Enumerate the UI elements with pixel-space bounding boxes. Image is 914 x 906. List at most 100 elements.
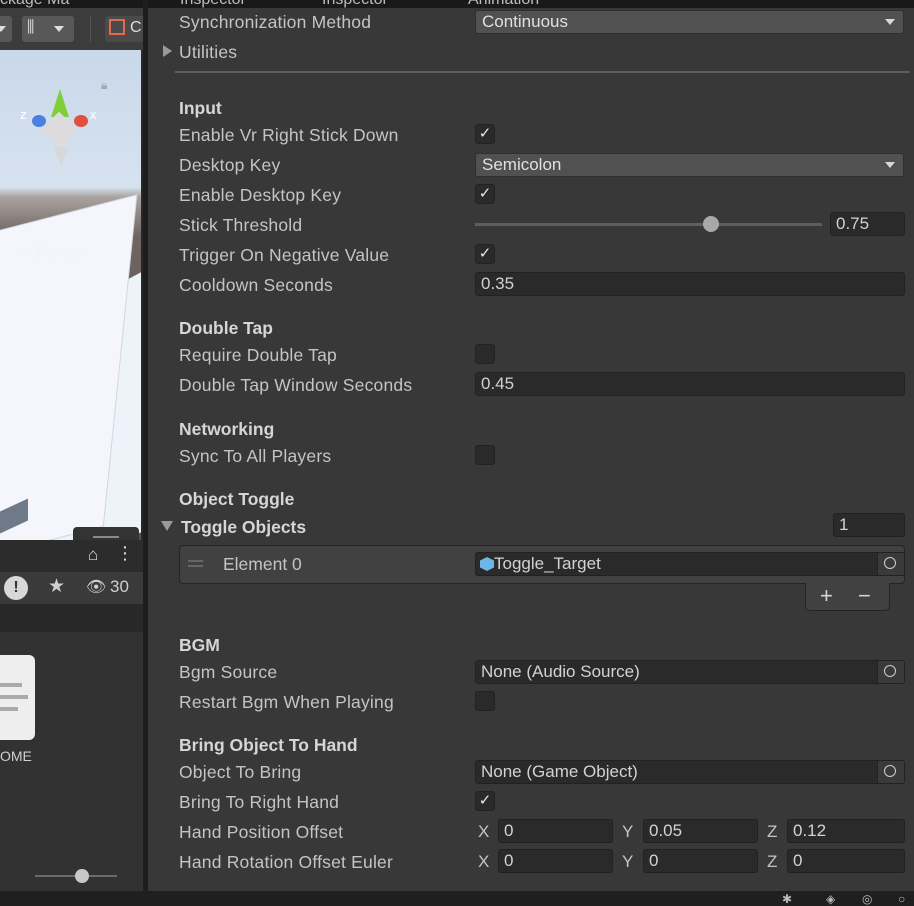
list-footer: + − [805, 583, 890, 611]
hand-position-offset-label: Hand Position Offset [179, 822, 344, 842]
pane-divider[interactable] [143, 0, 148, 906]
lock-icon[interactable]: 🔒︎ [101, 78, 107, 93]
gizmo-center-icon[interactable] [40, 111, 78, 149]
chevron-down-icon [0, 26, 6, 32]
pos-z-label[interactable]: Z [767, 822, 777, 842]
tab-animation[interactable]: Animation [468, 0, 539, 9]
desktop-key-dropdown[interactable]: Semicolon [475, 153, 904, 177]
tools-button[interactable]: C [105, 16, 143, 42]
element-0-object-field[interactable]: Toggle_Target [475, 552, 905, 576]
pos-z-input[interactable]: 0.12 [787, 819, 905, 843]
pos-x-label[interactable]: X [478, 822, 489, 842]
double-tap-header: Double Tap [179, 318, 273, 338]
drag-handle-icon[interactable] [188, 560, 203, 562]
target-icon [884, 665, 896, 677]
enable-desktop-key-checkbox[interactable]: ✓ [475, 184, 495, 204]
object-picker-button[interactable] [877, 661, 904, 683]
stick-threshold-slider-knob[interactable] [703, 216, 719, 232]
icon-size-slider-knob[interactable] [75, 869, 89, 883]
object-picker-button[interactable] [877, 761, 904, 783]
cooldown-seconds-input[interactable]: 0.35 [475, 272, 905, 296]
readme-file-label[interactable]: OME [0, 748, 32, 764]
gizmo-neg-y-icon [54, 147, 68, 167]
require-double-tap-checkbox[interactable] [475, 344, 495, 364]
settings-icon[interactable]: ○ [898, 892, 905, 906]
toggle-objects-size-input[interactable]: 1 [833, 513, 905, 537]
pos-x-input[interactable]: 0 [498, 819, 613, 843]
double-tap-window-label: Double Tap Window Seconds [179, 375, 413, 395]
object-picker-button[interactable] [877, 553, 904, 575]
section-separator [175, 71, 910, 73]
gizmo-z-axis-icon[interactable] [32, 115, 46, 127]
notification-icon[interactable]: ◎ [862, 892, 872, 906]
bgm-header: BGM [179, 635, 220, 655]
tab-inspector-1[interactable]: Inspector [180, 0, 246, 9]
chevron-down-icon [885, 162, 895, 168]
gizmo-x-axis-icon[interactable] [74, 115, 88, 127]
bug-icon[interactable]: ✱ [782, 892, 792, 906]
rot-y-label[interactable]: Y [622, 852, 633, 872]
tab-inspector-2[interactable]: Inspector [322, 0, 388, 9]
lock-icon[interactable]: ⌂ [88, 545, 98, 565]
more-options-icon[interactable]: ⋮ [116, 543, 134, 564]
foldout-arrow-right-icon[interactable] [163, 45, 172, 57]
scene-overlay-panel[interactable] [73, 527, 139, 540]
enable-vr-right-stick-label: Enable Vr Right Stick Down [179, 125, 399, 145]
hidden-eye-icon[interactable]: 👁︎ [86, 577, 106, 597]
warning-filter-icon[interactable]: ! [4, 576, 28, 600]
readme-file-icon[interactable] [0, 655, 35, 740]
stick-threshold-label: Stick Threshold [179, 215, 303, 235]
foldout-arrow-down-icon[interactable] [161, 521, 173, 531]
grid-snap-button[interactable]: ⫼ [22, 16, 74, 42]
star-icon[interactable]: ★ [48, 575, 65, 598]
persp-text: Persp [35, 243, 83, 263]
stick-threshold-input[interactable]: 0.75 [830, 212, 905, 236]
checkmark-icon: ✓ [478, 245, 492, 262]
stick-threshold-slider-track[interactable] [475, 223, 822, 226]
enable-vr-right-stick-checkbox[interactable]: ✓ [475, 124, 495, 144]
add-element-button[interactable]: + [820, 583, 833, 609]
double-tap-window-input[interactable]: 0.45 [475, 372, 905, 396]
left-pane: ⫼ C y z x 🔒︎ < Persp ⌂ [0, 0, 143, 906]
rot-z-label[interactable]: Z [767, 852, 777, 872]
hand-rotation-offset-label: Hand Rotation Offset Euler [179, 852, 394, 872]
tool-icon [109, 19, 125, 35]
gameobject-cube-icon [480, 557, 494, 571]
checkmark-icon: ✓ [478, 125, 492, 142]
trigger-negative-checkbox[interactable]: ✓ [475, 244, 495, 264]
remove-element-button[interactable]: − [858, 583, 871, 609]
layers-icon[interactable]: ◈ [826, 892, 835, 906]
rot-x-input[interactable]: 0 [498, 849, 613, 873]
bring-to-right-hand-checkbox[interactable]: ✓ [475, 791, 495, 811]
drag-handle-icon[interactable] [93, 536, 119, 538]
sync-to-all-players-checkbox[interactable] [475, 445, 495, 465]
target-icon [884, 765, 896, 777]
trigger-negative-label: Trigger On Negative Value [179, 245, 390, 265]
sync-method-label: Synchronization Method [179, 12, 372, 32]
rot-z-input[interactable]: 0 [787, 849, 905, 873]
object-to-bring-field[interactable]: None (Game Object) [475, 760, 905, 784]
element-0-value: Toggle_Target [494, 554, 601, 573]
bring-object-header: Bring Object To Hand [179, 735, 358, 755]
scene-view[interactable]: y z x 🔒︎ < Persp [0, 50, 141, 540]
persp-label[interactable]: < Persp [20, 243, 83, 264]
tab-package-manager[interactable]: ckage Ma [0, 0, 69, 9]
desktop-key-label: Desktop Key [179, 155, 281, 175]
sync-method-dropdown[interactable]: Continuous [475, 10, 904, 34]
sync-to-all-players-label: Sync To All Players [179, 446, 332, 466]
rot-x-label[interactable]: X [478, 852, 489, 872]
chevron-down-icon [885, 19, 895, 25]
checkmark-icon: ✓ [478, 185, 492, 202]
gizmo-x-label: x [90, 107, 97, 122]
toolbar-dropdown-button[interactable] [0, 16, 12, 42]
bgm-source-object-field[interactable]: None (Audio Source) [475, 660, 905, 684]
rot-y-input[interactable]: 0 [643, 849, 758, 873]
bring-to-right-hand-label: Bring To Right Hand [179, 792, 340, 812]
toggle-objects-foldout[interactable]: Toggle Objects [181, 517, 306, 538]
object-to-bring-value: None (Game Object) [481, 762, 638, 781]
utilities-foldout[interactable]: Utilities [179, 42, 237, 63]
pos-y-label[interactable]: Y [622, 822, 633, 842]
restart-bgm-checkbox[interactable] [475, 691, 495, 711]
pos-y-input[interactable]: 0.05 [643, 819, 758, 843]
project-filter-bar: ! ★ 👁︎ 30 [0, 572, 143, 604]
